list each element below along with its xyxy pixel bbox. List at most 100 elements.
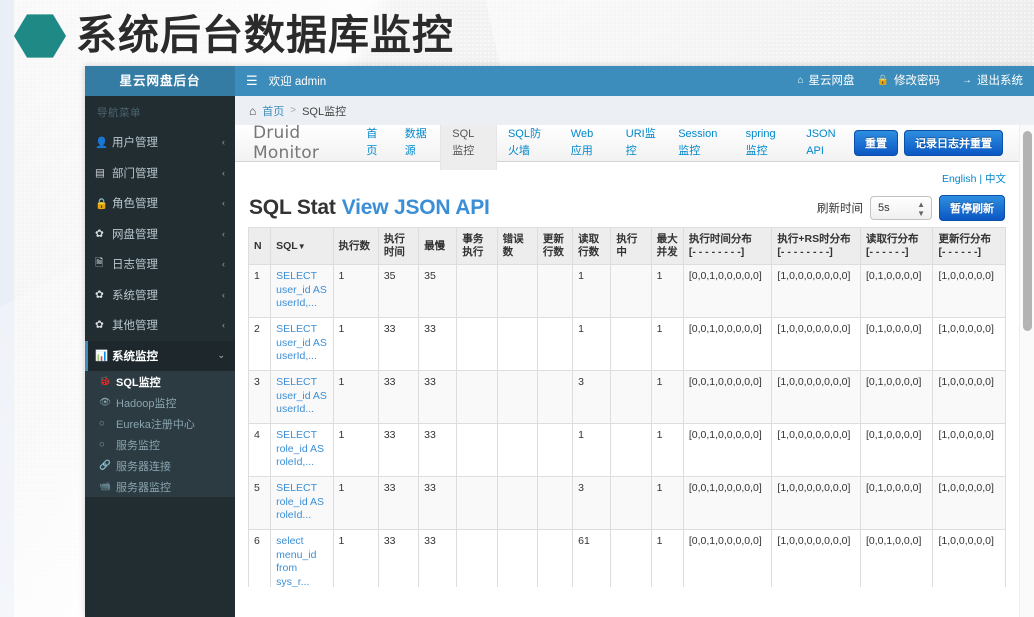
cell-running <box>610 476 652 530</box>
cell-errors <box>496 264 538 318</box>
cell-exec-time-dist: [0,0,1,0,0,0,0,0] <box>682 529 773 587</box>
col-read-row-dist: 读取行分布 [- - - - - -] <box>859 227 934 265</box>
sql-link[interactable]: SELECT user_id AS userId,... <box>276 323 327 362</box>
sidebar-item-service-monitor[interactable]: ○ 服务监控 <box>85 434 235 455</box>
document-icon: 🗎 <box>95 257 104 270</box>
cell-sql[interactable]: SELECT user_id AS userId,... <box>270 264 334 318</box>
content-scrollbar-thumb[interactable] <box>1023 131 1032 331</box>
refresh-interval-select[interactable]: 5s ▲ ▼ <box>870 196 932 220</box>
druid-brand[interactable]: Druid Monitor <box>245 125 355 163</box>
sidebar-item-label: 其他管理 <box>112 320 158 333</box>
cell-read-row-dist: [0,0,1,0,0,0] <box>859 529 934 587</box>
sidebar-subitem-label: SQL监控 <box>116 376 161 389</box>
cell-sql[interactable]: SELECT user_id AS userId... <box>270 370 334 424</box>
sidebar-item-sql-monitor[interactable]: 🐞 SQL监控 <box>85 371 235 392</box>
cell-n: 2 <box>247 317 272 371</box>
cell-update-rows <box>536 317 574 371</box>
tab-session-monitor[interactable]: Session监控 <box>667 125 734 170</box>
breadcrumb-home-link[interactable]: 首页 <box>262 103 284 119</box>
cell-exec-time-dist: [0,0,1,0,0,0,0,0] <box>682 264 773 318</box>
content-scrollbar[interactable] <box>1019 125 1034 617</box>
chevron-left-icon: ‹ <box>222 320 225 331</box>
cell-exec-time-dist: [0,0,1,0,0,0,0,0] <box>682 317 773 371</box>
nav-item-change-password-label: 修改密码 <box>894 75 940 87</box>
nav-item-disk[interactable]: ⌂ 星云网盘 <box>787 66 866 96</box>
sql-stat-table-wrapper: N SQL▼ 执行数 执行时间 最慢 事务执行 错误数 更新行数 读取行数 执行… <box>235 227 1019 587</box>
cell-update-row-dist: [1,0,0,0,0,0] <box>932 423 1006 477</box>
link-icon: 🔗 <box>99 460 111 471</box>
sidebar-item-log-management[interactable]: 🗎 日志管理 ‹ <box>85 249 235 280</box>
sidebar-item-role-management[interactable]: 🔒 角色管理 ‹ <box>85 188 235 219</box>
sidebar-item-disk-management[interactable]: ✿ 网盘管理 ‹ <box>85 219 235 250</box>
eye-icon: 👁 <box>99 397 112 408</box>
sidebar-item-system-monitor[interactable]: 📊 系统监控 ⌄ <box>85 340 235 371</box>
sidebar-item-system-management[interactable]: ✿ 系统管理 ‹ <box>85 280 235 311</box>
lang-english-link[interactable]: English <box>942 173 976 185</box>
lock-icon: 🔒 <box>876 75 889 86</box>
reset-button[interactable]: 重置 <box>854 130 898 156</box>
sql-link[interactable]: SELECT role_id AS roleId... <box>276 482 324 521</box>
tab-uri-monitor[interactable]: URI监控 <box>615 125 667 170</box>
sidebar-item-other-management[interactable]: ✿ 其他管理 ‹ <box>85 310 235 341</box>
sql-link[interactable]: SELECT role_id AS roleId,... <box>276 429 324 468</box>
tab-sql-firewall[interactable]: SQL防火墙 <box>497 125 560 170</box>
pause-refresh-button[interactable]: 暂停刷新 <box>939 195 1005 221</box>
sidebar-item-department-management[interactable]: ▤ 部门管理 ‹ <box>85 158 235 189</box>
video-camera-icon: 📹 <box>99 481 111 492</box>
sql-link[interactable]: SELECT user_id AS userId... <box>276 376 327 415</box>
cell-slowest: 33 <box>418 423 458 477</box>
id-card-icon: ▤ <box>95 166 105 179</box>
breadcrumb-current: SQL监控 <box>302 105 347 118</box>
sidebar-item-eureka-registry[interactable]: ○ Eureka注册中心 <box>85 413 235 434</box>
top-navbar: 星云网盘后台 ☰ 欢迎 admin ⌂ 星云网盘 🔒 修改密码 → 退出系统 <box>85 66 1034 96</box>
log-and-reset-button[interactable]: 记录日志并重置 <box>904 130 1003 156</box>
sidebar-item-hadoop-monitor[interactable]: 👁 Hadoop监控 <box>85 392 235 413</box>
nav-item-change-password[interactable]: 🔒 修改密码 <box>866 66 951 96</box>
cell-update-row-dist: [1,0,0,0,0,0] <box>932 476 1006 530</box>
col-max-concurrent: 最大并发 <box>650 227 684 265</box>
sidebar-item-server-connection[interactable]: 🔗 服务器连接 <box>85 455 235 476</box>
nav-item-logout[interactable]: → 退出系统 <box>951 66 1034 96</box>
sidebar-subitem-label: 服务器监控 <box>116 481 171 494</box>
tab-spring-monitor[interactable]: spring监控 <box>735 125 796 170</box>
app-brand[interactable]: 星云网盘后台 <box>85 66 235 96</box>
cell-read-rows: 61 <box>572 529 612 587</box>
tab-datasource[interactable]: 数据源 <box>394 125 441 170</box>
hamburger-menu-icon[interactable]: ☰ <box>235 73 269 89</box>
cell-sql[interactable]: select menu_id from sys_r... <box>270 529 334 587</box>
sidebar-item-server-monitor[interactable]: 📹 服务器监控 <box>85 476 235 497</box>
chevron-left-icon: ‹ <box>222 259 225 270</box>
cell-max-concurrent: 1 <box>650 529 684 587</box>
cell-sql[interactable]: SELECT role_id AS roleId,... <box>270 423 334 477</box>
cell-read-row-dist: [0,1,0,0,0,0] <box>859 370 934 424</box>
sql-link[interactable]: select menu_id from sys_r... <box>276 535 316 587</box>
cell-exec-count: 1 <box>332 476 379 530</box>
lang-chinese-link[interactable]: 中文 <box>985 173 1006 185</box>
cell-n: 5 <box>247 476 272 530</box>
tab-json-api[interactable]: JSON API <box>795 125 854 170</box>
sql-link[interactable]: SELECT user_id AS userId,... <box>276 270 327 309</box>
sidebar-item-user-management[interactable]: 👤 用户管理 ‹ <box>85 127 235 158</box>
cell-sql[interactable]: SELECT role_id AS roleId... <box>270 476 334 530</box>
tab-sql-monitor[interactable]: SQL监控 <box>440 125 497 170</box>
cell-exec-count: 1 <box>332 529 379 587</box>
chevron-left-icon: ‹ <box>222 289 225 300</box>
breadcrumb-separator: > <box>290 105 297 116</box>
cell-tx-exec <box>456 476 498 530</box>
view-json-api-link[interactable]: View JSON API <box>342 196 490 219</box>
cell-exec-time-dist: [0,0,1,0,0,0,0,0] <box>682 423 773 477</box>
sql-stat-table: N SQL▼ 执行数 执行时间 最慢 事务执行 错误数 更新行数 读取行数 执行… <box>247 227 1006 587</box>
cell-running <box>610 423 652 477</box>
col-exec-count: 执行数 <box>332 227 379 265</box>
cell-exec-time: 33 <box>377 317 420 371</box>
cell-update-row-dist: [1,0,0,0,0,0] <box>932 370 1006 424</box>
col-sql[interactable]: SQL▼ <box>270 227 334 265</box>
tab-web-app[interactable]: Web应用 <box>560 125 615 170</box>
cell-tx-exec <box>456 264 498 318</box>
stepper-arrows-icon: ▲ ▼ <box>917 200 925 218</box>
col-exec-rs-dist: 执行+RS时分布 [- - - - - - - -] <box>771 227 861 265</box>
tab-home[interactable]: 首页 <box>355 125 393 170</box>
hexagon-logo-icon <box>14 14 66 58</box>
cell-exec-time: 33 <box>377 423 420 477</box>
cell-sql[interactable]: SELECT user_id AS userId,... <box>270 317 334 371</box>
